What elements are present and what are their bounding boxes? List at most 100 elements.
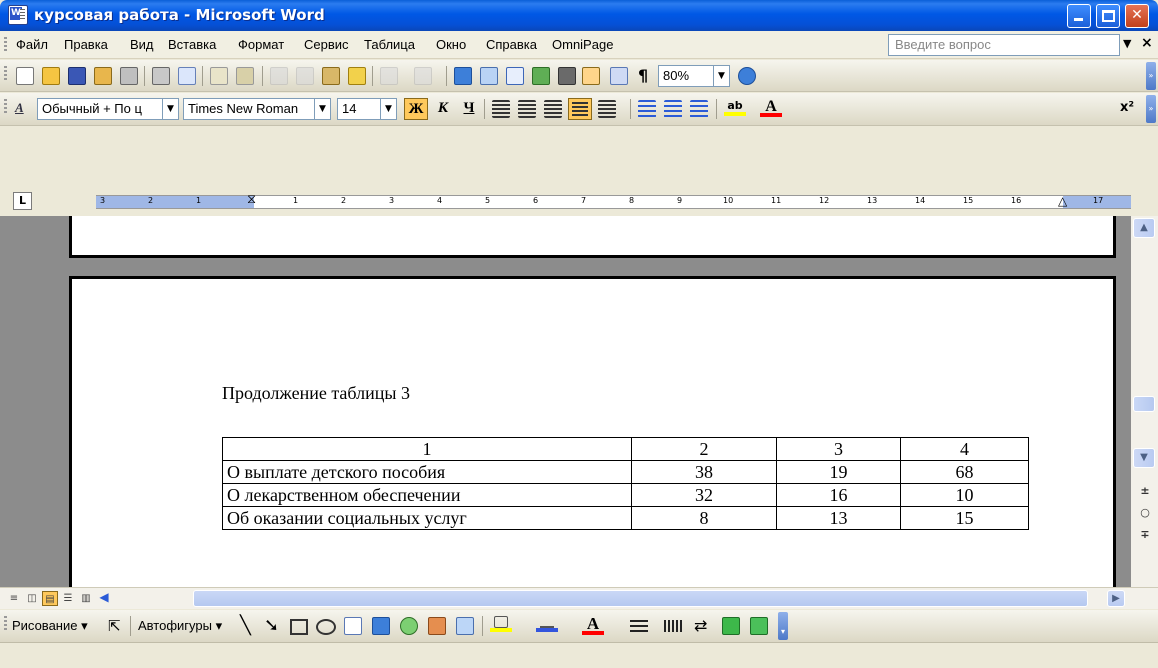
- format-painter-icon[interactable]: [348, 67, 366, 85]
- ask-question-input[interactable]: Введите вопрос: [888, 34, 1120, 56]
- align-center-icon[interactable]: [518, 100, 536, 118]
- toolbar-grip[interactable]: [4, 616, 7, 632]
- diagram-icon[interactable]: [400, 617, 418, 635]
- arrow-icon[interactable]: ➘: [264, 615, 279, 636]
- wordart-icon[interactable]: [372, 617, 390, 635]
- table-cell[interactable]: 3: [776, 437, 901, 461]
- font-select[interactable]: Times New Roman: [183, 98, 315, 120]
- 3d-style-icon[interactable]: [750, 617, 768, 635]
- copy-icon[interactable]: [296, 67, 314, 85]
- horizontal-ruler[interactable]: 3 2 1 1 2 3 4 5 6 7 8 9 10 11 12 13 14 1…: [96, 192, 1131, 209]
- scroll-left-button[interactable]: ◀: [96, 590, 112, 607]
- table-cell[interactable]: 2: [631, 437, 777, 461]
- highlight-icon[interactable]: ab: [724, 99, 746, 119]
- show-formatting-icon[interactable]: ¶: [638, 66, 648, 85]
- scroll-down-button[interactable]: ▼: [1133, 448, 1155, 468]
- scroll-up-button[interactable]: ▲: [1133, 218, 1155, 238]
- menu-file[interactable]: Файл: [16, 37, 48, 52]
- superscript-button[interactable]: x²: [1120, 100, 1134, 115]
- vertical-scrollbar[interactable]: ▲ ▼ ± ○ ∓: [1131, 216, 1158, 587]
- line-icon[interactable]: ╲: [240, 615, 251, 636]
- select-objects-icon[interactable]: ⇱: [108, 617, 121, 635]
- data-table[interactable]: 1 2 3 4 О выплате детского пособия 38 19…: [222, 437, 1029, 530]
- line-style-icon[interactable]: [630, 620, 648, 632]
- table-cell[interactable]: 8: [631, 506, 777, 530]
- justify-button[interactable]: [568, 98, 592, 120]
- research-preview-icon[interactable]: [178, 67, 196, 85]
- font-size-dropdown-icon[interactable]: ▼: [381, 98, 397, 120]
- outline-view-icon[interactable]: ☰: [60, 591, 76, 606]
- scroll-right-button[interactable]: ▶: [1107, 590, 1125, 607]
- save-icon[interactable]: [68, 67, 86, 85]
- menu-view[interactable]: Вид: [130, 37, 154, 52]
- cut-icon[interactable]: [270, 67, 288, 85]
- table-cell[interactable]: 16: [776, 483, 901, 507]
- bold-button[interactable]: Ж: [404, 98, 428, 120]
- bullets-icon[interactable]: [664, 100, 682, 118]
- help-icon[interactable]: [738, 67, 756, 85]
- document-page[interactable]: Продолжение таблицы 3 1 2 3 4 О выплате …: [69, 276, 1116, 587]
- menu-help[interactable]: Справка: [486, 37, 537, 52]
- style-select[interactable]: Обычный + По ц: [37, 98, 163, 120]
- zoom-select[interactable]: 80%: [658, 65, 714, 87]
- columns-icon[interactable]: [558, 67, 576, 85]
- spelling-icon[interactable]: [210, 67, 228, 85]
- clip-art-icon[interactable]: [428, 617, 446, 635]
- redo-icon[interactable]: [414, 67, 432, 85]
- print-preview-icon[interactable]: [152, 67, 170, 85]
- research-icon[interactable]: [236, 67, 254, 85]
- first-line-indent-marker[interactable]: ⧖: [247, 192, 256, 207]
- shadow-style-icon[interactable]: [722, 617, 740, 635]
- permission-icon[interactable]: [94, 67, 112, 85]
- table-cell[interactable]: О выплате детского пособия: [222, 460, 632, 484]
- toolbar-options-icon[interactable]: ▾: [778, 612, 788, 640]
- drawing-icon[interactable]: [582, 67, 600, 85]
- toolbar-grip[interactable]: [4, 66, 7, 82]
- line-spacing-icon[interactable]: [598, 100, 616, 118]
- hyperlink-icon[interactable]: [454, 67, 472, 85]
- table-cell[interactable]: 19: [776, 460, 901, 484]
- ask-dropdown-icon[interactable]: ▼: [1123, 37, 1131, 50]
- numbering-icon[interactable]: [638, 100, 656, 118]
- menu-insert[interactable]: Вставка: [168, 37, 216, 52]
- table-cell[interactable]: Об оказании социальных услуг: [222, 506, 632, 530]
- autoshapes-menu-button[interactable]: Автофигуры ▾: [138, 618, 222, 634]
- new-icon[interactable]: [16, 67, 34, 85]
- menu-window[interactable]: Окно: [436, 37, 466, 52]
- next-page-icon[interactable]: ∓: [1138, 528, 1152, 542]
- close-document-button[interactable]: ×: [1141, 35, 1153, 51]
- print-layout-icon[interactable]: ▤: [42, 591, 58, 606]
- minimize-button[interactable]: [1067, 4, 1091, 28]
- rectangle-icon[interactable]: [290, 619, 308, 635]
- fill-color-icon[interactable]: [490, 616, 512, 638]
- tables-borders-icon[interactable]: [480, 67, 498, 85]
- toolbar-grip[interactable]: [4, 37, 7, 53]
- open-icon[interactable]: [42, 67, 60, 85]
- document-map-icon[interactable]: [610, 67, 628, 85]
- line-color-icon[interactable]: [536, 616, 558, 638]
- print-icon[interactable]: [120, 67, 138, 85]
- italic-button[interactable]: К: [432, 98, 454, 120]
- styles-pane-icon[interactable]: A: [15, 100, 24, 116]
- horizontal-scroll-thumb[interactable]: [193, 590, 1088, 607]
- insert-excel-icon[interactable]: [532, 67, 550, 85]
- arrow-style-icon[interactable]: ⇄: [694, 616, 707, 635]
- toolbar-options-icon[interactable]: »: [1146, 95, 1156, 123]
- align-left-icon[interactable]: [492, 100, 510, 118]
- normal-view-icon[interactable]: ≡: [6, 591, 22, 606]
- right-indent-marker[interactable]: △: [1058, 194, 1067, 208]
- paste-icon[interactable]: [322, 67, 340, 85]
- toolbar-grip[interactable]: [4, 99, 7, 115]
- insert-picture-icon[interactable]: [456, 617, 474, 635]
- menu-table[interactable]: Таблица: [364, 37, 415, 52]
- tab-stop-selector[interactable]: L: [13, 192, 32, 210]
- zoom-dropdown-icon[interactable]: ▼: [714, 65, 730, 87]
- vertical-scroll-thumb[interactable]: [1133, 396, 1155, 412]
- maximize-button[interactable]: [1096, 4, 1120, 28]
- close-button[interactable]: ✕: [1125, 4, 1149, 28]
- style-dropdown-icon[interactable]: ▼: [163, 98, 179, 120]
- word-app-icon[interactable]: W: [8, 5, 28, 25]
- font-color-icon[interactable]: A: [760, 98, 782, 120]
- dash-style-icon[interactable]: [664, 620, 682, 632]
- menu-omnipage[interactable]: OmniPage: [552, 37, 613, 52]
